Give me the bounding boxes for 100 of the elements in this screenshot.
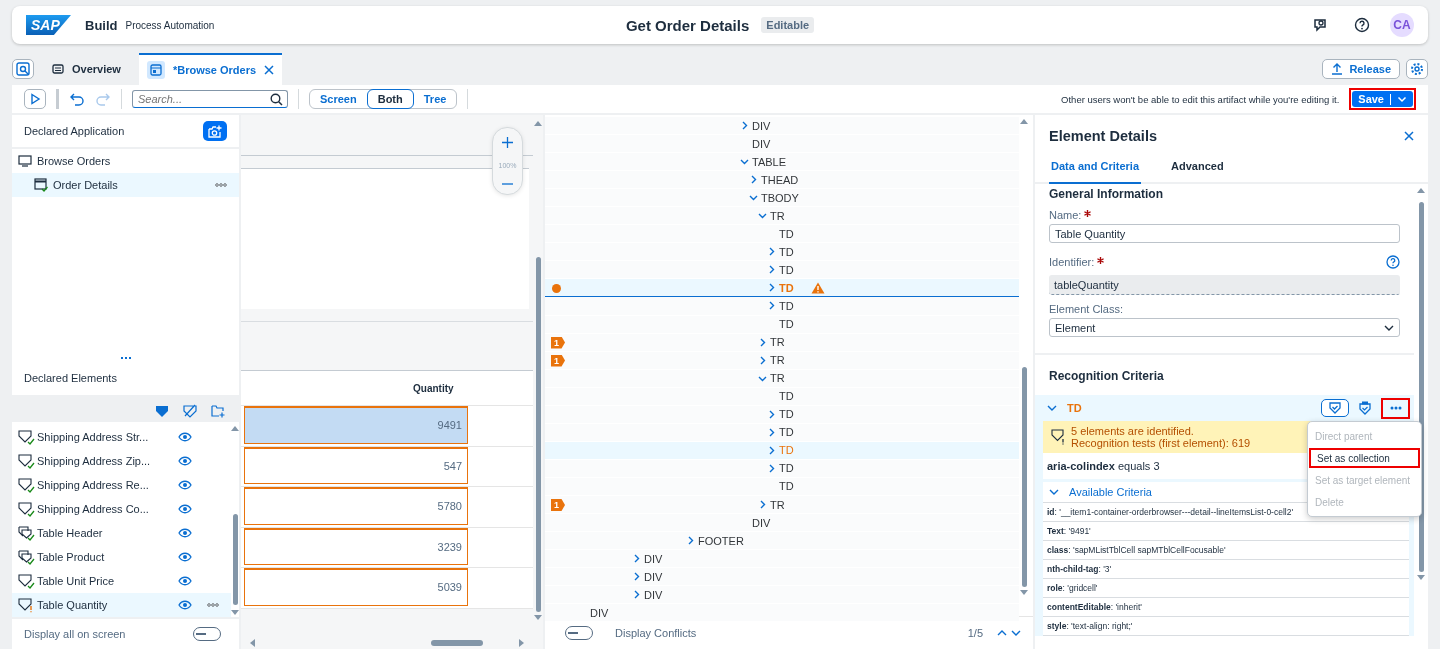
scroll-right-icon[interactable] (517, 639, 525, 647)
dom-node[interactable]: TD (779, 462, 794, 475)
dom-node[interactable]: TD (779, 408, 794, 421)
criterion-option[interactable]: nth-child-tag: '3' (1043, 560, 1409, 579)
menu-item[interactable]: Set as collection (1309, 448, 1420, 468)
declared-element-item[interactable]: Table Product (12, 545, 231, 569)
dom-node[interactable]: TD (779, 318, 794, 331)
editor-tab[interactable]: Overview (44, 53, 129, 85)
chevron-right-icon[interactable] (758, 500, 767, 509)
chevron-right-icon[interactable] (758, 355, 767, 365)
declared-element-item[interactable]: Shipping Address Zip... (12, 449, 231, 473)
dom-node[interactable]: TD (779, 390, 794, 403)
screen-tree-item[interactable]: Browse Orders (12, 149, 239, 173)
help-icon[interactable] (1354, 17, 1370, 33)
scroll-left-icon[interactable] (249, 639, 257, 647)
scroll-down-icon[interactable] (231, 608, 239, 616)
dom-node[interactable]: TR (770, 336, 785, 349)
chevron-right-icon[interactable] (767, 301, 776, 311)
scroll-up-icon[interactable] (1417, 187, 1425, 195)
criterion-option[interactable]: class: 'sapMListTblCell sapMTblCellFocusable' (1043, 541, 1409, 560)
dom-node[interactable]: DIV (644, 570, 663, 583)
chevron-down-icon[interactable] (1047, 404, 1057, 412)
table-cell[interactable]: 547 (244, 446, 468, 484)
chat-icon[interactable] (1312, 17, 1328, 33)
eye-icon[interactable] (178, 552, 192, 562)
eye-icon[interactable] (178, 504, 192, 514)
toggle-switch[interactable] (193, 627, 221, 641)
run-button[interactable] (24, 89, 46, 109)
chevron-right-icon[interactable] (767, 409, 776, 419)
eye-icon[interactable] (178, 456, 192, 466)
declared-element-item[interactable]: Shipping Address Co... (12, 497, 231, 521)
chevron-right-icon[interactable] (767, 247, 776, 257)
chevron-right-icon[interactable] (632, 590, 641, 600)
chevron-right-icon[interactable] (767, 265, 776, 275)
declared-element-item[interactable]: Shipping Address Str... (12, 425, 231, 449)
chevron-right-icon[interactable] (740, 121, 749, 130)
declared-element-item[interactable]: Shipping Address Re... (12, 473, 231, 497)
table-cell[interactable]: 3239 (244, 527, 468, 565)
dom-node[interactable]: DIV (752, 119, 771, 132)
badge-check-icon[interactable] (1359, 401, 1371, 415)
dom-node[interactable]: TD (779, 480, 794, 493)
editor-tab[interactable]: *Browse Orders (138, 53, 283, 85)
scroll-down-icon[interactable] (534, 613, 542, 621)
search-field[interactable]: Search... (132, 90, 288, 108)
more-icon[interactable] (207, 603, 219, 607)
dom-node[interactable]: DIV (644, 588, 663, 601)
dom-node[interactable]: DIV (644, 552, 663, 565)
dom-node[interactable]: TD (779, 245, 794, 258)
close-icon[interactable] (1404, 131, 1414, 141)
criterion-option[interactable]: Text: '9491' (1043, 522, 1409, 541)
dom-node[interactable]: TD (779, 263, 794, 276)
declared-element-item[interactable]: Table Quantity (12, 593, 231, 617)
dom-node[interactable]: TD (779, 227, 794, 240)
name-field[interactable]: Table Quantity (1049, 224, 1400, 243)
user-avatar[interactable]: CA (1390, 13, 1414, 37)
dom-node[interactable]: TR (770, 372, 785, 385)
dom-node[interactable]: TABLE (752, 155, 787, 168)
chevron-down-icon[interactable] (740, 157, 749, 167)
capture-screen-button[interactable] (203, 121, 227, 141)
toggle-switch[interactable] (565, 626, 593, 640)
shield-slash-icon[interactable] (183, 404, 197, 418)
chevron-right-icon[interactable] (767, 445, 776, 455)
chevron-down-icon[interactable] (1049, 488, 1059, 496)
table-cell[interactable]: 5780 (244, 487, 468, 525)
chevron-down-icon[interactable] (758, 211, 767, 221)
scroll-up-icon[interactable] (1020, 118, 1028, 126)
criterion-option[interactable]: role: 'gridcell' (1043, 579, 1409, 598)
dom-node[interactable]: DIV (752, 137, 771, 150)
scroll-down-icon[interactable] (1417, 573, 1425, 581)
dom-node[interactable]: THEAD (761, 173, 799, 186)
criterion-option[interactable]: style: 'text-align: right;' (1043, 617, 1409, 636)
find-in-screen-button[interactable] (12, 59, 34, 79)
dom-node[interactable]: TBODY (761, 191, 799, 204)
view-toggle[interactable]: Tree (413, 90, 457, 108)
eye-icon[interactable] (178, 528, 192, 538)
scroll-up-icon[interactable] (534, 120, 542, 128)
chevron-down-icon[interactable] (749, 193, 758, 203)
scrollbar-thumb[interactable] (232, 514, 238, 605)
chevron-up-icon[interactable] (997, 629, 1007, 637)
settings-button[interactable] (1406, 59, 1428, 79)
save-button[interactable]: Save (1352, 91, 1413, 107)
eye-icon[interactable] (178, 576, 192, 586)
subsection-title[interactable]: Available Criteria (1069, 486, 1152, 498)
dom-node[interactable]: DIV (752, 516, 771, 529)
dom-node[interactable]: TR (770, 209, 785, 222)
chevron-right-icon[interactable] (767, 283, 776, 293)
dom-node[interactable]: TD (779, 300, 794, 312)
undo-icon[interactable] (69, 92, 85, 106)
chevron-down-icon[interactable] (1011, 629, 1021, 637)
dom-node[interactable]: DIV (590, 606, 609, 619)
release-button[interactable]: Release (1322, 59, 1400, 79)
chevron-right-icon[interactable] (632, 554, 641, 564)
screen-tree-item[interactable]: Order Details (12, 173, 239, 197)
scrollbar-thumb[interactable] (1021, 367, 1027, 587)
more-icon[interactable] (215, 183, 227, 187)
chevron-right-icon[interactable] (632, 572, 641, 582)
scroll-down-icon[interactable] (1020, 588, 1028, 596)
logo[interactable]: SAP (26, 15, 71, 35)
verify-button[interactable] (1321, 399, 1349, 417)
scroll-up-icon[interactable] (231, 425, 239, 433)
